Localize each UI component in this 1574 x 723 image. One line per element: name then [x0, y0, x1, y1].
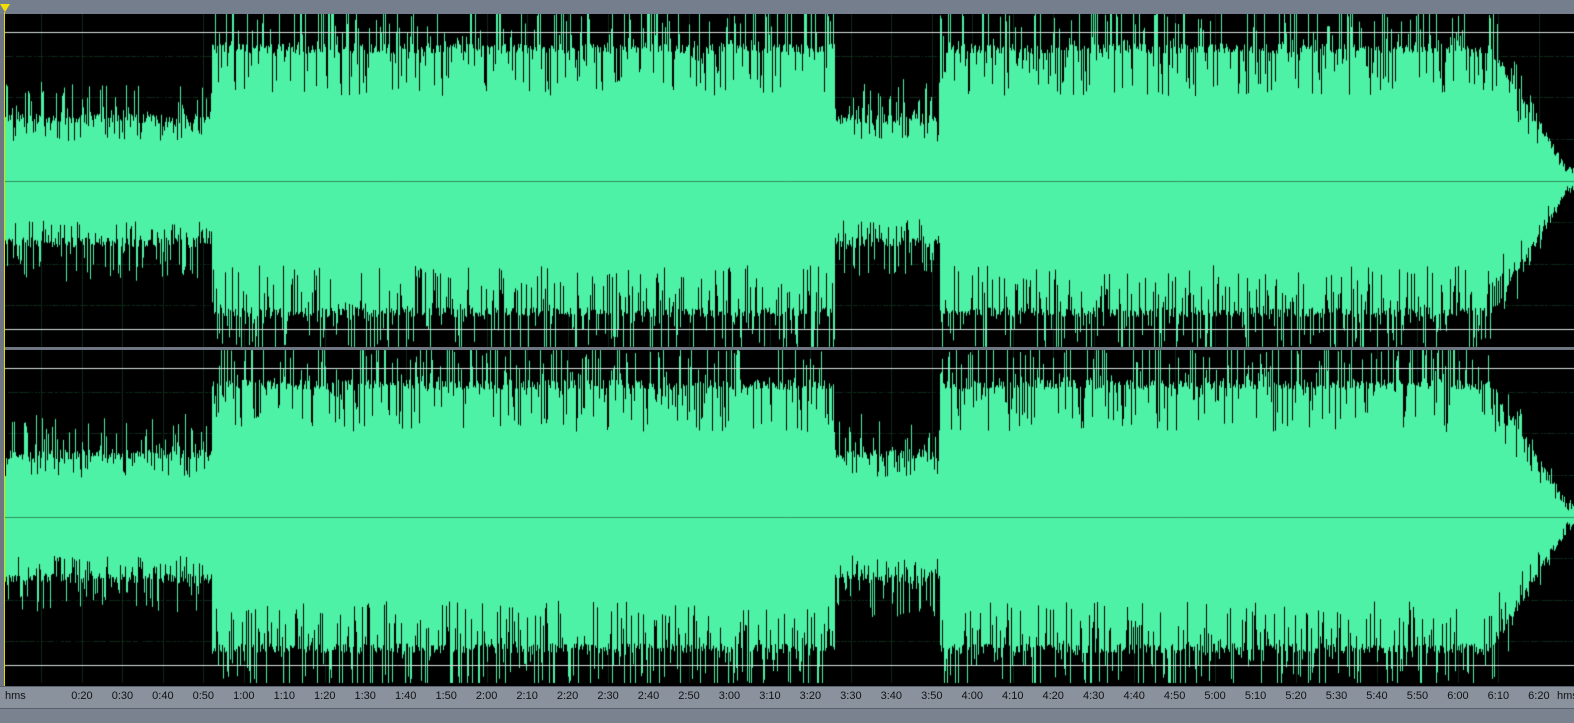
ruler-tick-label: 4:50: [1163, 690, 1186, 702]
ruler-tick-label: 6:20: [1528, 690, 1550, 702]
ruler-tick-label: 2:40: [637, 690, 660, 702]
ruler-tick-label: 0:30: [111, 690, 134, 702]
ruler-tick-label: 4:00: [961, 690, 983, 702]
ruler-tick-label: 3:20: [799, 690, 822, 702]
ruler-tick-label: 6:00: [1447, 690, 1469, 702]
ruler-tick-label: 0:20: [71, 690, 93, 702]
ruler-tick-label: 5:20: [1285, 690, 1307, 702]
ruler-tick-label: 2:10: [516, 690, 538, 702]
ruler-tick-label: 2:50: [678, 690, 700, 702]
ruler-tick-label: 3:30: [840, 690, 862, 702]
ruler-tick-label: 1:20: [314, 690, 336, 702]
ruler-tick-label: 2:20: [556, 690, 579, 702]
ruler-tick-label: 3:50: [921, 690, 943, 702]
start-marker-top-icon[interactable]: [0, 4, 10, 12]
waveform-canvas[interactable]: [5, 14, 1574, 686]
ruler-tick-label: 5:40: [1366, 690, 1388, 702]
channel-divider: [5, 347, 1574, 350]
ruler-tick-label: 4:20: [1042, 690, 1064, 702]
time-ruler[interactable]: hms 0:20 0:30 0:40 0:50 1:00 1:10 1:20 1:30 1:40…: [0, 686, 1574, 709]
ruler-tick-label: 4:40: [1123, 690, 1145, 702]
ruler-tick-label: 6:10: [1487, 690, 1510, 702]
ruler-tick-label: 5:30: [1325, 690, 1348, 702]
ruler-tick-label: 1:00: [233, 690, 255, 702]
ruler-tick-label: 1:40: [394, 690, 417, 702]
ruler-unit-label-end: hms: [1557, 690, 1574, 702]
ruler-tick-label: 4:30: [1082, 690, 1105, 702]
horizontal-scrollbar[interactable]: [0, 708, 1574, 723]
ruler-tick-label: 5:50: [1406, 690, 1429, 702]
ruler-tick-label: 1:50: [435, 690, 457, 702]
ruler-tick-label: 2:30: [597, 690, 619, 702]
ruler-tick-label: 0:50: [192, 690, 215, 702]
playhead-start-line[interactable]: [4, 12, 5, 686]
ruler-tick-label: 4:10: [1002, 690, 1024, 702]
waveform-display[interactable]: [5, 14, 1574, 686]
ruler-tick-label: 5:10: [1244, 690, 1267, 702]
ruler-tick-label: 1:10: [273, 690, 295, 702]
ruler-tick-label: 2:00: [475, 690, 498, 702]
ruler-tick-label: 3:10: [759, 690, 781, 702]
ruler-tick-label: 0:40: [152, 690, 174, 702]
ruler-ticks: 0:20 0:30 0:40 0:50 1:00 1:10 1:20 1:30 1:40 1:50…: [0, 687, 1574, 709]
ruler-tick-label: 5:00: [1204, 690, 1226, 702]
ruler-tick-label: 3:00: [718, 690, 741, 702]
editor-top-bar: [0, 0, 1574, 14]
ruler-tick-label: 1:30: [354, 690, 376, 702]
ruler-tick-label: 3:40: [880, 690, 903, 702]
